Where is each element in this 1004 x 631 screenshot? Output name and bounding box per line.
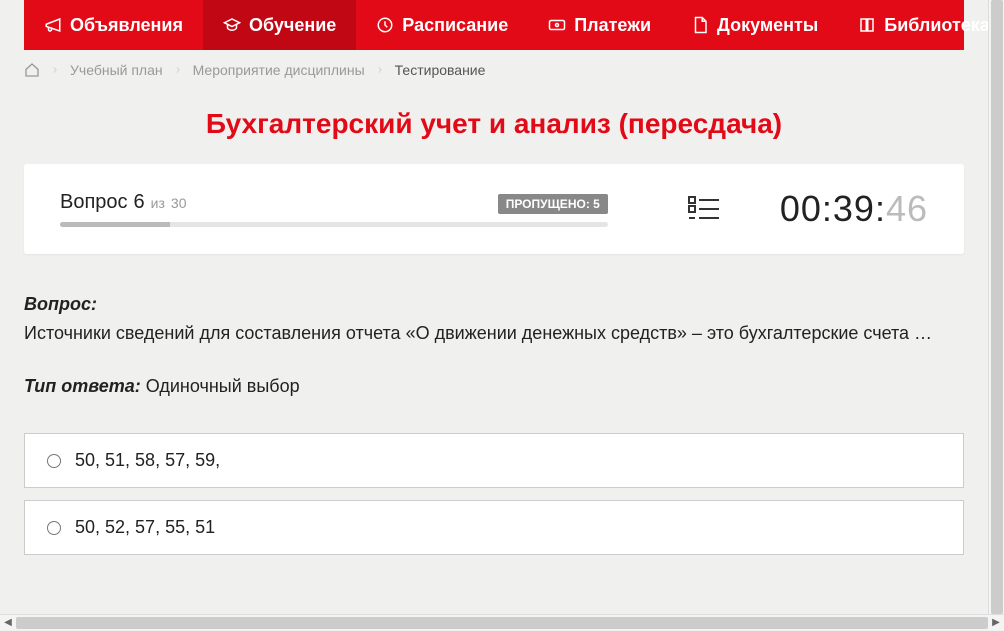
- nav-education[interactable]: Обучение: [203, 0, 356, 50]
- vertical-scrollbar[interactable]: [988, 0, 1004, 614]
- skipped-badge: ПРОПУЩЕНО: 5: [498, 194, 608, 214]
- answer-type-label: Тип ответа:: [24, 376, 141, 396]
- nav-documents[interactable]: Документы: [671, 0, 838, 50]
- timer-centiseconds: 46: [886, 188, 928, 229]
- scrollbar-track[interactable]: [16, 617, 988, 629]
- nav-label: Расписание: [402, 15, 508, 36]
- breadcrumb: Учебный план Мероприятие дисциплины Тест…: [24, 50, 964, 90]
- nav-payments[interactable]: Платежи: [528, 0, 671, 50]
- question-text: Источники сведений для составления отчет…: [24, 323, 964, 344]
- document-icon: [691, 16, 709, 34]
- breadcrumb-event[interactable]: Мероприятие дисциплины: [193, 62, 365, 78]
- answer-text: 50, 51, 58, 57, 59,: [75, 450, 220, 471]
- answer-option[interactable]: 50, 52, 57, 55, 51: [24, 500, 964, 555]
- timer-minutes: 00: [780, 188, 822, 229]
- nav-label: Библиотека: [884, 15, 988, 36]
- question-of: из: [151, 195, 165, 211]
- horizontal-scrollbar[interactable]: ◀ ▶: [0, 614, 1004, 630]
- chevron-right-icon: [375, 65, 385, 75]
- breadcrumb-testing: Тестирование: [395, 62, 486, 78]
- book-icon: [858, 16, 876, 34]
- nav-announcements[interactable]: Объявления: [24, 0, 203, 50]
- nav-schedule[interactable]: Расписание: [356, 0, 528, 50]
- page-title: Бухгалтерский учет и анализ (пересдача): [24, 108, 964, 140]
- question-block: Вопрос: Источники сведений для составлен…: [24, 294, 964, 397]
- timer: 00:39:46: [780, 188, 928, 230]
- payment-icon: [548, 16, 566, 34]
- status-panel: Вопрос 6 из 30 ПРОПУЩЕНО: 5: [24, 164, 964, 254]
- question-total: 30: [171, 195, 187, 211]
- answer-radio[interactable]: [47, 521, 61, 535]
- question-word: Вопрос: [60, 191, 128, 214]
- chevron-right-icon: [173, 65, 183, 75]
- answer-type: Тип ответа: Одиночный выбор: [24, 376, 964, 397]
- scroll-right-icon[interactable]: ▶: [988, 615, 1004, 631]
- timer-seconds: 39: [833, 188, 875, 229]
- nav-label: Объявления: [70, 15, 183, 36]
- main-navbar: Объявления Обучение Расписание Платежи Д…: [24, 0, 964, 50]
- grad-cap-icon: [223, 16, 241, 34]
- nav-label: Платежи: [574, 15, 651, 36]
- scrollbar-thumb[interactable]: [991, 0, 1003, 614]
- home-icon[interactable]: [24, 62, 40, 78]
- progress-fill: [60, 222, 170, 227]
- question-number: 6: [134, 191, 145, 214]
- answer-option[interactable]: 50, 51, 58, 57, 59,: [24, 433, 964, 488]
- scrollbar-thumb[interactable]: [16, 617, 988, 629]
- chevron-right-icon: [50, 65, 60, 75]
- answers-list: 50, 51, 58, 57, 59, 50, 52, 57, 55, 51: [24, 433, 964, 555]
- answer-type-value: Одиночный выбор: [146, 376, 300, 396]
- question-list-icon[interactable]: [688, 195, 720, 223]
- nav-label: Обучение: [249, 15, 336, 36]
- answer-radio[interactable]: [47, 454, 61, 468]
- nav-library[interactable]: Библиотека: [838, 0, 988, 50]
- nav-label: Документы: [717, 15, 818, 36]
- progress-bar: [60, 222, 608, 227]
- breadcrumb-plan[interactable]: Учебный план: [70, 62, 163, 78]
- question-progress: Вопрос 6 из 30 ПРОПУЩЕНО: 5: [60, 191, 608, 227]
- scroll-left-icon[interactable]: ◀: [0, 615, 16, 631]
- megaphone-icon: [44, 16, 62, 34]
- clock-icon: [376, 16, 394, 34]
- answer-text: 50, 52, 57, 55, 51: [75, 517, 215, 538]
- question-label: Вопрос:: [24, 294, 964, 315]
